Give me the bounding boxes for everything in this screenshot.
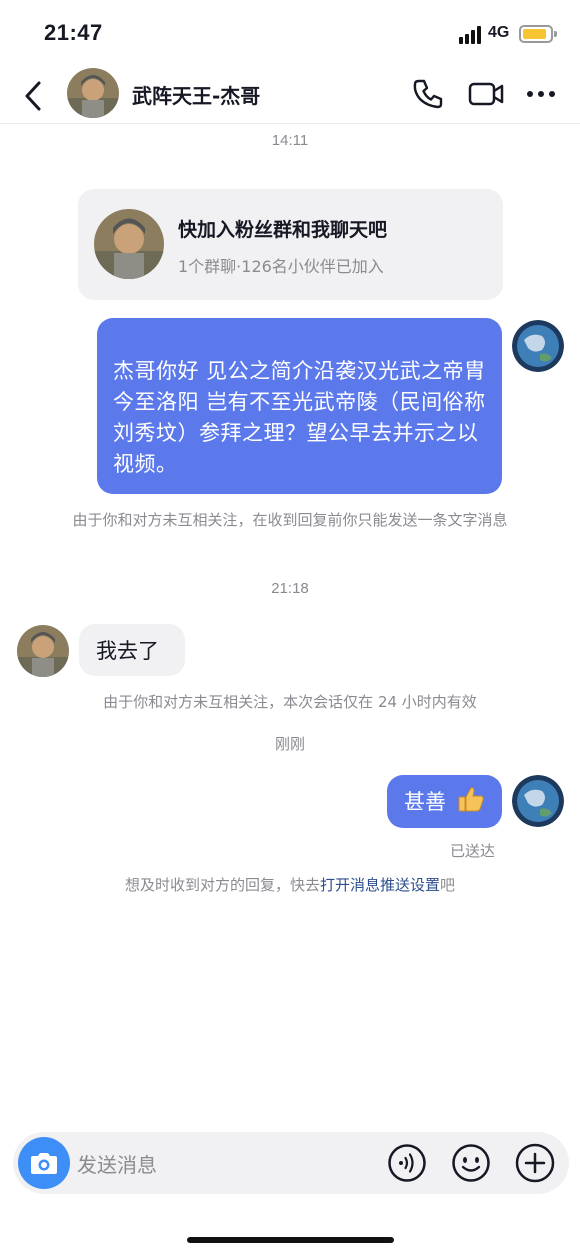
timestamp: 21:18 [271,580,309,597]
back-icon[interactable] [16,78,52,114]
delivered-status: 已送达 [450,842,496,860]
self-avatar[interactable] [512,320,564,372]
message-text: 甚善 [404,790,446,814]
home-indicator [187,1237,394,1243]
push-tip-prefix: 想及时收到对方的回复，快去 [124,876,320,894]
signal-icon [459,26,482,44]
contact-avatar[interactable] [67,68,119,118]
camera-button[interactable] [18,1137,70,1189]
camera-icon [31,1153,57,1174]
self-avatar[interactable] [512,775,564,827]
chat-header: 武阵天王-杰哥 [0,68,580,124]
incoming-message[interactable]: 我去了 [79,624,185,676]
status-time: 21:47 [44,20,103,45]
contact-name: 武阵天王-杰哥 [132,84,261,108]
push-settings-link[interactable]: 打开消息推送设置 [320,876,440,894]
contact-avatar[interactable] [17,625,69,677]
message-input-bar: 发送消息 [13,1132,569,1194]
group-avatar [94,209,164,279]
emoji-icon[interactable] [450,1141,492,1185]
group-card-title: 快加入粉丝群和我聊天吧 [178,219,388,241]
phone-icon[interactable] [411,77,445,111]
fan-group-card[interactable]: 快加入粉丝群和我聊天吧 1个群聊·126名小伙伴已加入 [78,189,503,300]
push-settings-tip: 想及时收到对方的回复，快去打开消息推送设置吧 [0,874,580,895]
timestamp: 14:11 [271,132,309,149]
network-type: 4G [488,24,510,41]
outgoing-message[interactable]: 甚善 [387,775,502,828]
video-icon[interactable] [467,77,505,111]
battery-icon [519,25,557,43]
more-icon[interactable] [524,77,558,111]
voice-icon[interactable] [387,1141,427,1185]
plus-icon[interactable] [513,1141,557,1185]
push-tip-suffix: 吧 [440,876,456,894]
outgoing-message[interactable]: 杰哥你好 见公之简介沿袭汉光武之帝胄 今至洛阳 岂有不至光武帝陵（民间俗称刘秀坟… [97,318,502,494]
timestamp: 刚刚 [274,736,305,753]
message-input[interactable]: 发送消息 [77,1149,157,1178]
status-bar: 21:47 4G [0,0,580,68]
session-notice: 由于你和对方未互相关注，本次会话仅在 24 小时内有效 [103,693,477,711]
group-card-subtitle: 1个群聊·126名小伙伴已加入 [178,257,384,276]
follow-notice: 由于你和对方未互相关注，在收到回复前你只能发送一条文字消息 [72,511,508,529]
thumbs-up-icon [458,787,484,812]
